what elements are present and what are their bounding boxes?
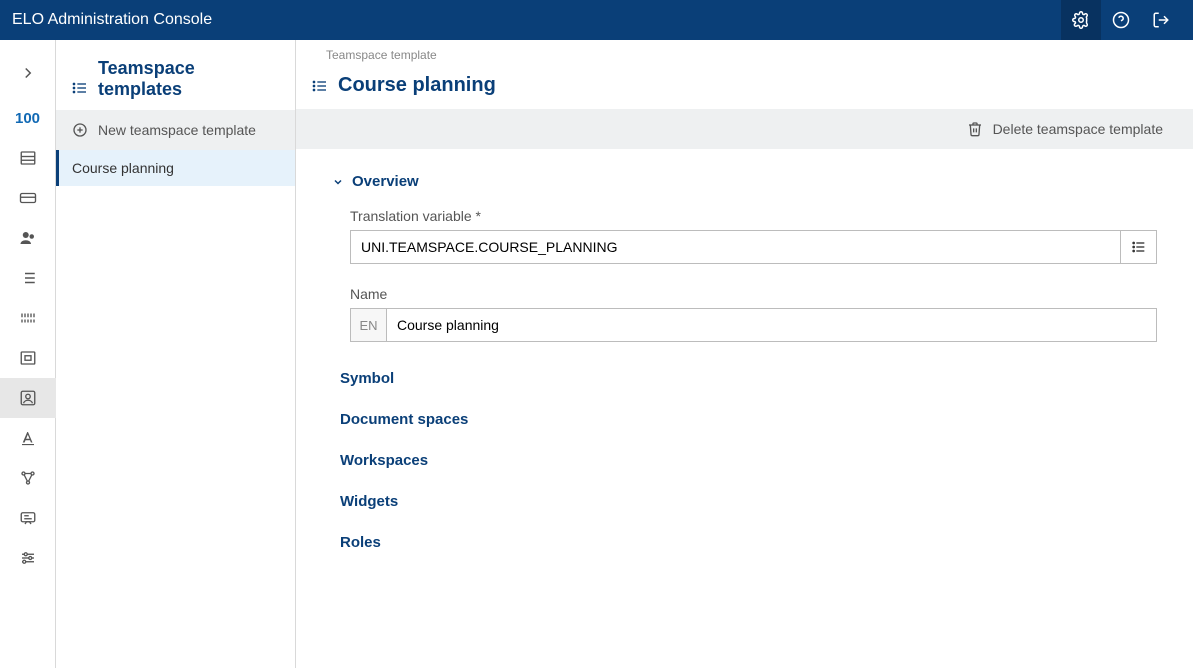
app-title: ELO Administration Console bbox=[12, 11, 1061, 29]
trash-icon bbox=[967, 121, 983, 137]
detail-body: Overview Translation variable * Name EN bbox=[296, 149, 1193, 599]
table-icon bbox=[19, 149, 37, 167]
rail-item-list[interactable] bbox=[0, 258, 56, 298]
section-symbol-title: Symbol bbox=[340, 370, 394, 387]
delete-template-action[interactable]: Delete teamspace template bbox=[967, 121, 1163, 137]
list-item-label: Course planning bbox=[72, 160, 174, 176]
list-panel-header: Teamspace templates bbox=[56, 40, 295, 110]
section-document-spaces[interactable]: Document spaces bbox=[332, 411, 1157, 428]
logout-button[interactable] bbox=[1141, 0, 1181, 40]
section-document-spaces-title: Document spaces bbox=[340, 411, 468, 428]
rail-item-card[interactable] bbox=[0, 178, 56, 218]
rail-item-font[interactable] bbox=[0, 418, 56, 458]
rail-expand-toggle[interactable] bbox=[0, 48, 56, 98]
rail-item-tables[interactable] bbox=[0, 138, 56, 178]
chevron-right-icon bbox=[19, 64, 37, 82]
list-panel-title: Teamspace templates bbox=[98, 58, 279, 100]
section-overview-title: Overview bbox=[352, 173, 419, 190]
breadcrumb: Teamspace template bbox=[296, 40, 1193, 70]
section-workspaces-title: Workspaces bbox=[340, 452, 428, 469]
section-symbol[interactable]: Symbol bbox=[332, 370, 1157, 387]
rail-item-users[interactable] bbox=[0, 218, 56, 258]
rail-percentage[interactable]: 100 bbox=[0, 98, 56, 138]
chat-icon bbox=[19, 509, 37, 527]
list-picker-icon bbox=[1131, 239, 1147, 255]
detail-toolbar: Delete teamspace template bbox=[296, 109, 1193, 149]
help-icon bbox=[1112, 11, 1130, 29]
detail-header-icon bbox=[312, 78, 328, 94]
list-panel-icon bbox=[72, 80, 88, 96]
new-template-label: New teamspace template bbox=[98, 122, 256, 138]
name-input[interactable] bbox=[386, 308, 1157, 342]
detail-panel: Teamspace template Course planning Delet… bbox=[296, 40, 1193, 668]
section-workspaces[interactable]: Workspaces bbox=[332, 452, 1157, 469]
section-overview-body: Translation variable * Name EN bbox=[332, 208, 1157, 342]
rail-item-nodes[interactable] bbox=[0, 458, 56, 498]
translation-variable-picker[interactable] bbox=[1121, 230, 1157, 264]
detail-title: Course planning bbox=[338, 74, 496, 97]
rail-item-frame[interactable] bbox=[0, 338, 56, 378]
section-widgets-title: Widgets bbox=[340, 493, 398, 510]
nav-rail: 100 bbox=[0, 40, 56, 668]
translation-variable-row bbox=[350, 230, 1157, 264]
detail-header: Course planning bbox=[296, 70, 1193, 109]
teamspace-icon bbox=[19, 389, 37, 407]
new-template-action[interactable]: New teamspace template bbox=[56, 110, 295, 150]
users-icon bbox=[19, 229, 37, 247]
name-row: EN bbox=[350, 308, 1157, 342]
app-header: ELO Administration Console bbox=[0, 0, 1193, 40]
translation-variable-input[interactable] bbox=[350, 230, 1121, 264]
nodes-icon bbox=[19, 469, 37, 487]
logout-icon bbox=[1152, 11, 1170, 29]
help-button[interactable] bbox=[1101, 0, 1141, 40]
rail-item-teamspace-templates[interactable] bbox=[0, 378, 56, 418]
name-label: Name bbox=[350, 286, 1157, 302]
header-actions bbox=[1061, 0, 1181, 40]
rail-item-chat[interactable] bbox=[0, 498, 56, 538]
card-icon bbox=[19, 189, 37, 207]
settings-button[interactable] bbox=[1061, 0, 1101, 40]
section-roles-title: Roles bbox=[340, 534, 381, 551]
plus-circle-icon bbox=[72, 122, 88, 138]
barcode-icon bbox=[19, 309, 37, 327]
name-language-prefix: EN bbox=[350, 308, 386, 342]
frame-icon bbox=[19, 349, 37, 367]
sliders-icon bbox=[19, 549, 37, 567]
list-icon bbox=[19, 269, 37, 287]
font-icon bbox=[19, 429, 37, 447]
template-list: Course planning bbox=[56, 150, 295, 668]
rail-item-sliders[interactable] bbox=[0, 538, 56, 578]
main-layout: 100 bbox=[0, 40, 1193, 668]
rail-item-barcode[interactable] bbox=[0, 298, 56, 338]
section-widgets[interactable]: Widgets bbox=[332, 493, 1157, 510]
chevron-down-icon bbox=[332, 176, 344, 188]
delete-template-label: Delete teamspace template bbox=[993, 121, 1163, 137]
section-roles[interactable]: Roles bbox=[332, 534, 1157, 551]
translation-variable-label: Translation variable * bbox=[350, 208, 1157, 224]
section-overview-header[interactable]: Overview bbox=[332, 173, 1157, 190]
gear-icon bbox=[1072, 11, 1090, 29]
list-panel: Teamspace templates New teamspace templa… bbox=[56, 40, 296, 668]
list-item[interactable]: Course planning bbox=[56, 150, 295, 186]
